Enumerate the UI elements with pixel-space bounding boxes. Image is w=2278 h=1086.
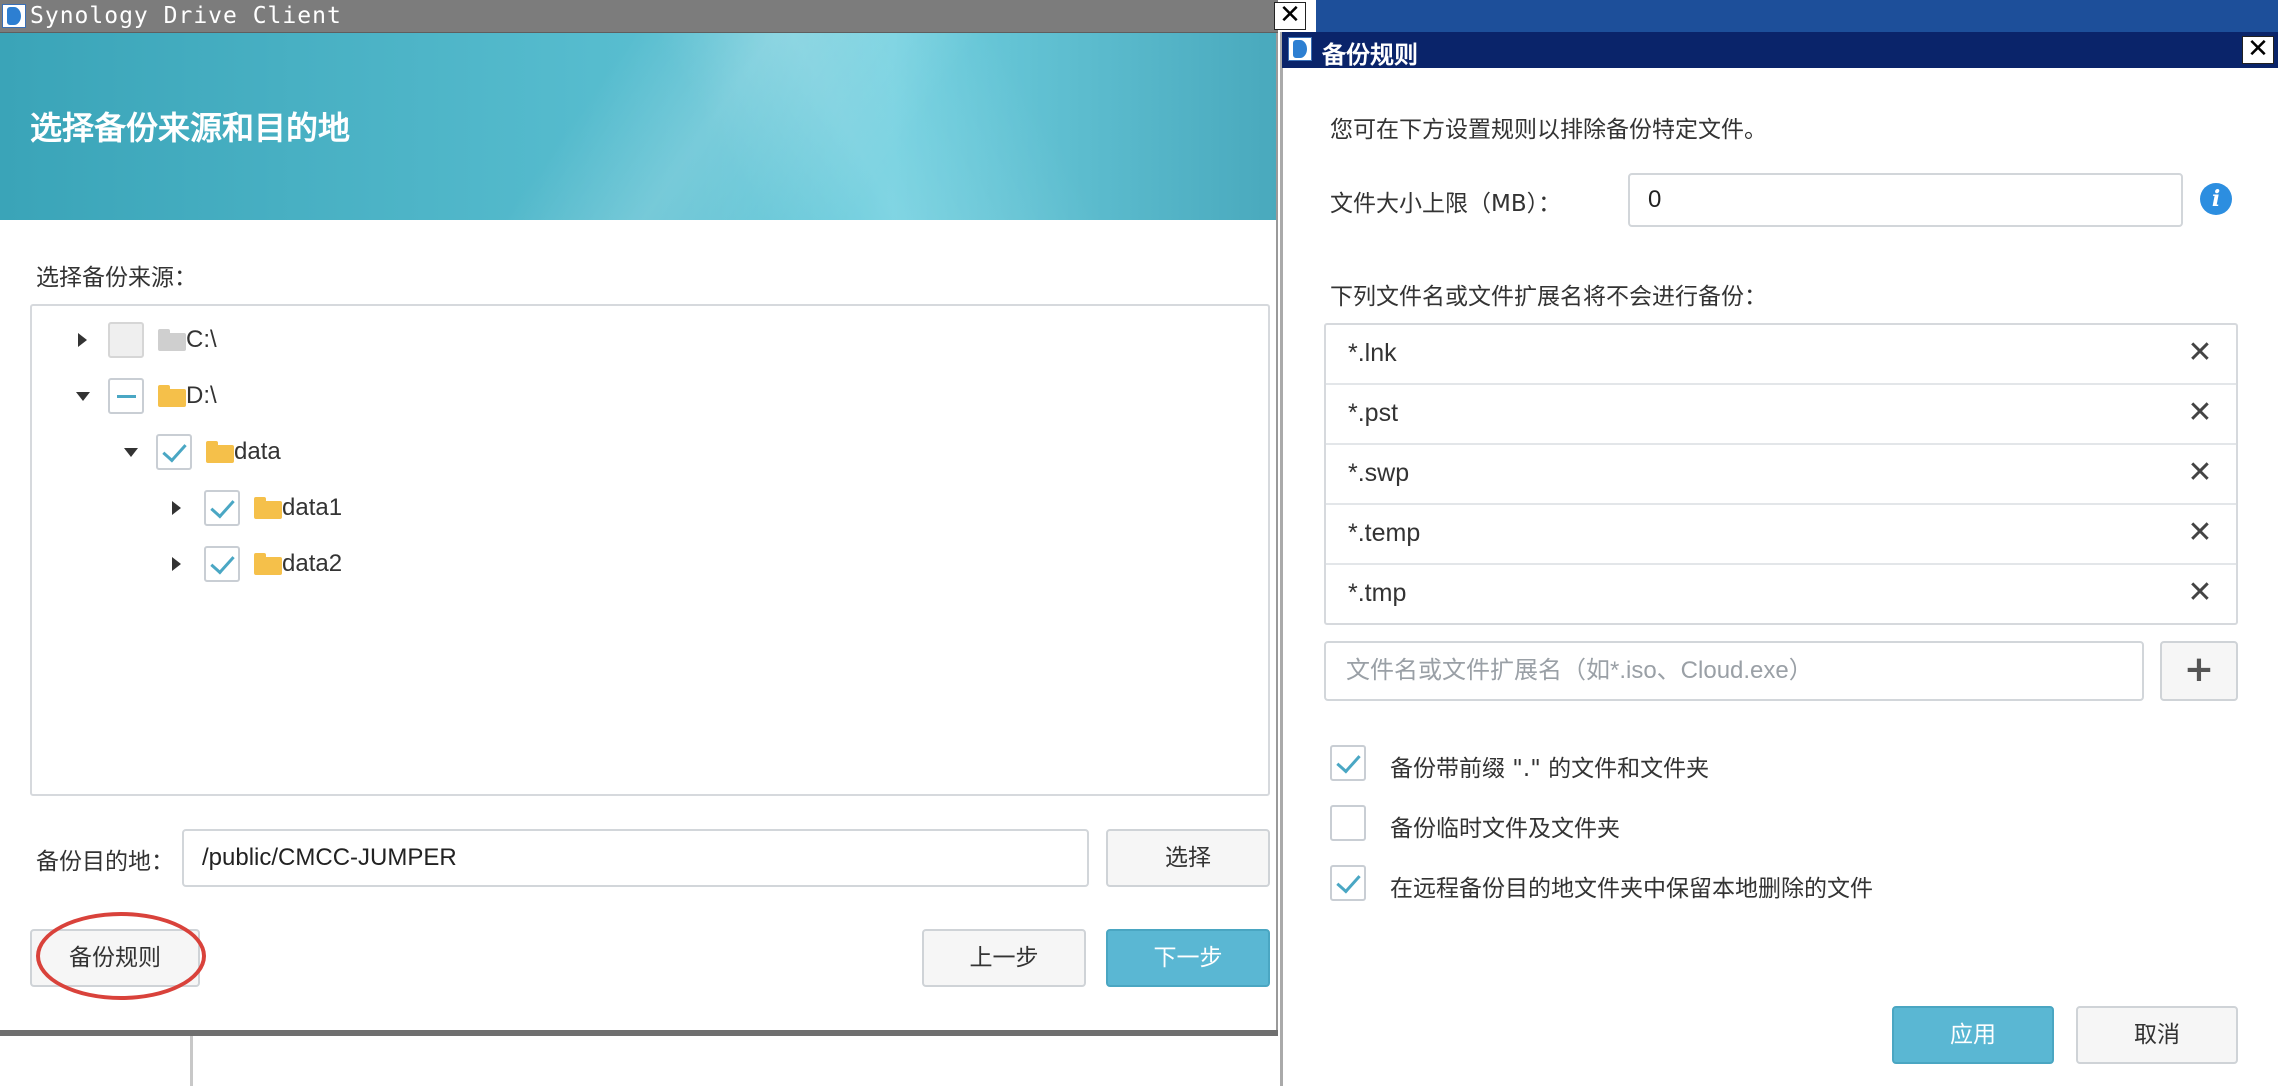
checkbox-data1[interactable] xyxy=(204,490,240,526)
tree-label-c-drive: C:\ xyxy=(186,326,217,353)
add-pattern-button[interactable]: + xyxy=(2160,641,2238,701)
next-step-button[interactable]: 下一步 xyxy=(1106,929,1270,987)
checkbox-backup-temp-files[interactable] xyxy=(1330,805,1366,841)
option-label-dot-prefixed: 备份带前缀 "." 的文件和文件夹 xyxy=(1390,756,1710,782)
list-item: *.temp ✕ xyxy=(1326,505,2236,565)
checkbox-c-drive[interactable] xyxy=(108,322,144,358)
desktop-background xyxy=(1316,0,2278,32)
exclude-pattern-text: *.swp xyxy=(1348,459,1410,487)
partial-check-icon xyxy=(117,395,136,398)
list-item: *.pst ✕ xyxy=(1326,385,2236,445)
expand-arrow-icon[interactable] xyxy=(172,501,181,515)
tree-label-data: data xyxy=(234,438,281,465)
tree-row-c-drive[interactable]: C:\ xyxy=(32,318,1268,362)
backup-destination-label: 备份目的地： xyxy=(36,849,174,875)
delete-icon[interactable]: ✕ xyxy=(2183,455,2217,491)
checkbox-keep-deleted-files[interactable] xyxy=(1330,865,1366,901)
previous-step-button[interactable]: 上一步 xyxy=(922,929,1086,987)
list-item: *.tmp ✕ xyxy=(1326,565,2236,625)
annotation-circle xyxy=(36,912,206,1000)
checkmark-icon xyxy=(162,437,187,463)
list-item: *.swp ✕ xyxy=(1326,445,2236,505)
wizard-banner: 选择备份来源和目的地 xyxy=(0,33,1276,220)
folder-icon xyxy=(158,329,186,351)
checkmark-icon xyxy=(1336,748,1361,774)
exclude-pattern-input[interactable]: 文件名或文件扩展名（如*.iso、Cloud.exe） xyxy=(1324,641,2144,701)
checkbox-data[interactable] xyxy=(156,434,192,470)
checkbox-backup-dot-prefixed[interactable] xyxy=(1330,745,1366,781)
tree-row-data2[interactable]: data2 xyxy=(32,542,1268,586)
folder-icon xyxy=(254,497,282,519)
left-window-title: Synology Drive Client xyxy=(30,3,342,29)
collapse-arrow-icon[interactable] xyxy=(124,448,138,457)
synology-drive-app-icon xyxy=(2,4,26,28)
tree-row-d-drive[interactable]: D:\ xyxy=(32,374,1268,418)
file-size-limit-input[interactable]: 0 xyxy=(1628,173,2183,227)
collapse-arrow-icon[interactable] xyxy=(76,392,90,401)
exclude-list-label: 下列文件名或文件扩展名将不会进行备份： xyxy=(1330,284,1767,310)
exclude-pattern-text: *.tmp xyxy=(1348,579,1407,607)
backup-source-label: 选择备份来源： xyxy=(36,265,197,291)
source-folder-tree[interactable]: C:\ D:\ data data1 data2 xyxy=(30,304,1270,796)
checkbox-d-drive[interactable] xyxy=(108,378,144,414)
exclude-pattern-text: *.temp xyxy=(1348,519,1421,547)
list-item: *.lnk ✕ xyxy=(1326,325,2236,385)
checkmark-icon xyxy=(210,493,235,519)
tree-label-data2: data2 xyxy=(282,550,343,577)
checkmark-icon xyxy=(1336,868,1361,894)
dialog-close-icon[interactable]: ✕ xyxy=(2242,36,2274,64)
expand-arrow-icon[interactable] xyxy=(172,557,181,571)
dialog-titlebar[interactable] xyxy=(1282,32,2278,68)
delete-icon[interactable]: ✕ xyxy=(2183,515,2217,551)
wizard-step-title: 选择备份来源和目的地 xyxy=(30,109,351,147)
file-size-limit-label: 文件大小上限（MB）： xyxy=(1330,191,1562,217)
cancel-button[interactable]: 取消 xyxy=(2076,1006,2238,1064)
left-window-close-icon[interactable]: ✕ xyxy=(1274,2,1306,30)
folder-icon xyxy=(158,385,186,407)
apply-button[interactable]: 应用 xyxy=(1892,1006,2054,1064)
checkbox-data2[interactable] xyxy=(204,546,240,582)
tree-row-data1[interactable]: data1 xyxy=(32,486,1268,530)
checkmark-icon xyxy=(210,549,235,575)
option-label-keep-deleted: 在远程备份目的地文件夹中保留本地删除的文件 xyxy=(1390,876,1873,902)
exclude-pattern-text: *.pst xyxy=(1348,399,1399,427)
backup-destination-input[interactable]: /public/CMCC-JUMPER xyxy=(182,829,1089,887)
delete-icon[interactable]: ✕ xyxy=(2183,575,2217,611)
synology-drive-app-icon xyxy=(1288,37,1312,61)
delete-icon[interactable]: ✕ xyxy=(2183,395,2217,431)
dialog-title: 备份规则 xyxy=(1322,41,1418,69)
folder-icon xyxy=(254,553,282,575)
info-icon[interactable]: i xyxy=(2200,183,2232,215)
expand-arrow-icon[interactable] xyxy=(78,333,87,347)
option-label-temp-files: 备份临时文件及文件夹 xyxy=(1390,816,1620,842)
dialog-intro-text: 您可在下方设置规则以排除备份特定文件。 xyxy=(1330,117,1767,143)
select-destination-button[interactable]: 选择 xyxy=(1106,829,1270,887)
exclude-pattern-text: *.lnk xyxy=(1348,339,1397,367)
delete-icon[interactable]: ✕ xyxy=(2183,335,2217,371)
exclude-pattern-list: *.lnk ✕ *.pst ✕ *.swp ✕ *.temp ✕ *.tmp ✕ xyxy=(1324,323,2238,625)
tree-row-data[interactable]: data xyxy=(32,430,1268,474)
background-divider xyxy=(190,1036,193,1086)
tree-label-d-drive: D:\ xyxy=(186,382,217,409)
folder-icon xyxy=(206,441,234,463)
tree-label-data1: data1 xyxy=(282,494,343,521)
